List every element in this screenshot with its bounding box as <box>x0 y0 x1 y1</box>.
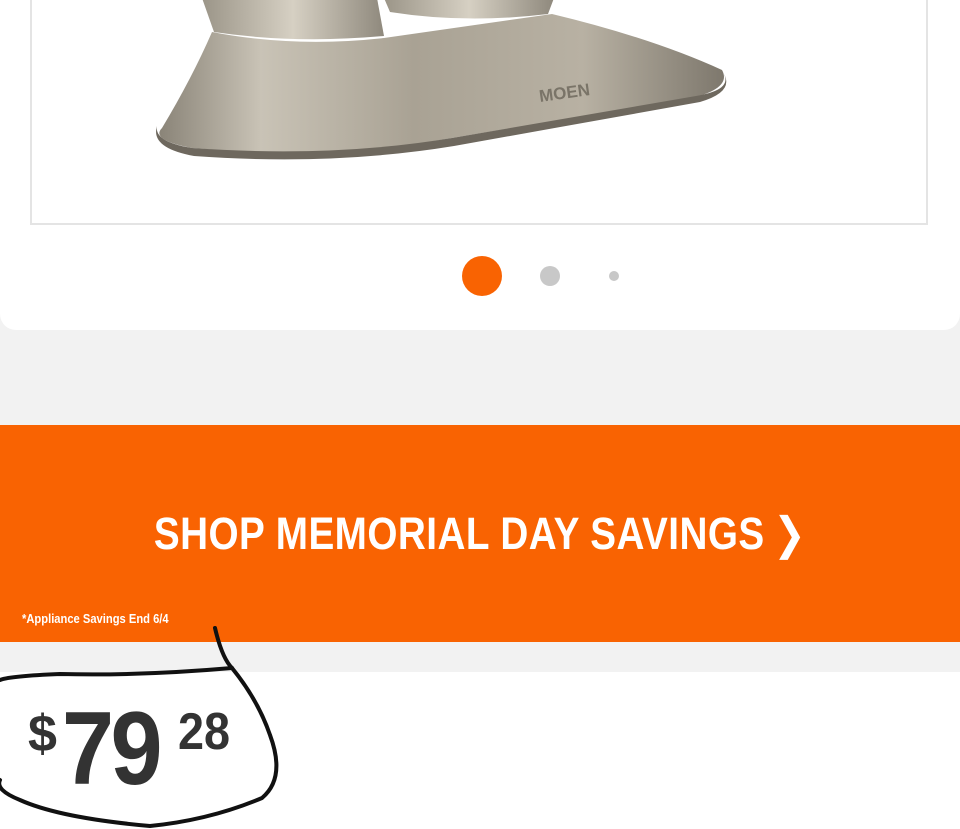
carousel-pagination <box>0 256 960 296</box>
product-image[interactable]: MOEN <box>30 0 928 225</box>
pagination-dot-2[interactable] <box>540 266 560 286</box>
price-cents: 28 <box>178 703 231 761</box>
product-page: MOEN SHOP MEMORIAL DAY SAVINGS ❯ *Applian… <box>0 0 960 829</box>
price-dollars: 79 <box>62 691 163 807</box>
chevron-right-icon: ❯ <box>773 508 807 559</box>
price-currency: $ <box>28 705 57 763</box>
pagination-dot-1-active[interactable] <box>462 256 502 296</box>
memorial-day-promo-banner[interactable]: SHOP MEMORIAL DAY SAVINGS ❯ *Appliance Sa… <box>0 425 960 642</box>
faucet-image: MOEN <box>156 0 727 160</box>
promo-disclaimer: *Appliance Savings End 6/4 <box>22 611 169 626</box>
product-media-card: MOEN <box>0 0 960 330</box>
promo-cta-label: SHOP MEMORIAL DAY SAVINGS <box>153 508 765 559</box>
promo-cta[interactable]: SHOP MEMORIAL DAY SAVINGS ❯ <box>67 507 893 560</box>
pagination-dot-3[interactable] <box>609 271 619 281</box>
